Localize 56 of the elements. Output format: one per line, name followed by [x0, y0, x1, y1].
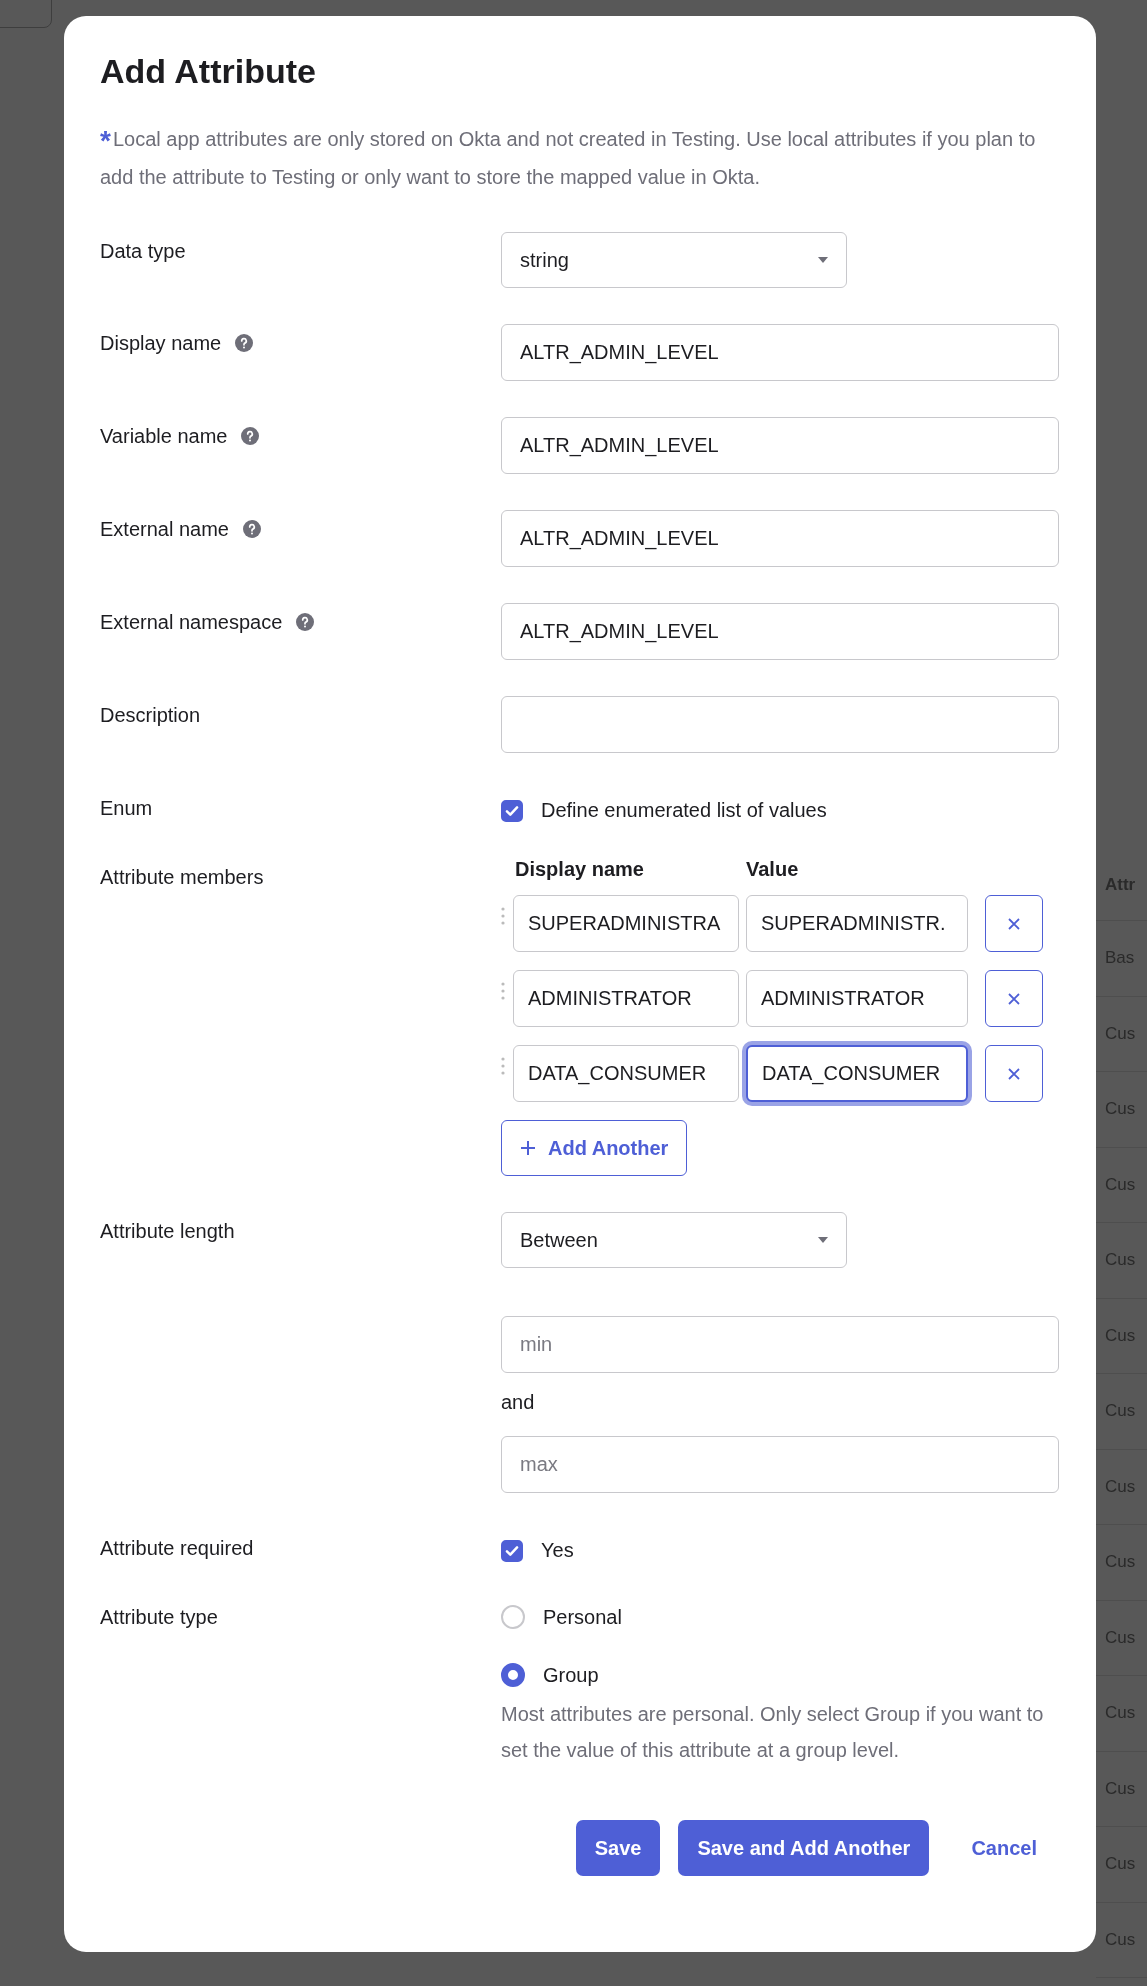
- caret-icon: [818, 257, 828, 263]
- remove-button[interactable]: [985, 1045, 1043, 1102]
- field-label: Variable name: [100, 425, 228, 448]
- text-field[interactable]: ALTR_ADMIN_LEVEL: [501, 417, 1059, 474]
- column-header: Display name: [514, 858, 645, 881]
- data-type-dropdown[interactable]: string: [501, 232, 847, 288]
- max-field[interactable]: max: [501, 1436, 1059, 1493]
- add-another-button[interactable]: Add Another: [501, 1120, 688, 1176]
- member-value-field[interactable]: ADMINISTRATOR: [746, 970, 968, 1027]
- joiner-text: and: [501, 1391, 535, 1414]
- length-dropdown[interactable]: Between: [501, 1212, 847, 1268]
- field-label: Data type: [100, 240, 186, 263]
- radio-label: Group: [543, 1663, 599, 1687]
- field-label: External name: [100, 518, 229, 541]
- close-icon: [1006, 990, 1022, 1007]
- save-button[interactable]: Save: [575, 1820, 661, 1876]
- plus-icon: [520, 1140, 536, 1156]
- cancel-link[interactable]: Cancel: [953, 1820, 1055, 1876]
- hint-text: Most attributes are personal. Only select Group if you want to set the value of this attribute at a group level.: [501, 1702, 1045, 1763]
- field-label: Display name: [100, 332, 222, 355]
- dialog-title: Add Attribute: [100, 52, 317, 91]
- field-label: Attribute length: [100, 1220, 235, 1243]
- text-field[interactable]: [501, 696, 1059, 753]
- field-label: Attribute members: [100, 866, 264, 889]
- help-icon[interactable]: [296, 613, 315, 631]
- close-icon: [1006, 915, 1022, 932]
- text-field[interactable]: ALTR_ADMIN_LEVEL: [501, 510, 1059, 567]
- field-label: Attribute type: [100, 1606, 218, 1629]
- close-icon: [1006, 1065, 1022, 1082]
- radio-button[interactable]: [501, 1663, 525, 1687]
- field-label: Enum: [100, 797, 153, 820]
- remove-button[interactable]: [985, 895, 1043, 952]
- member-name-field[interactable]: DATA_CONSUMER: [513, 1045, 739, 1102]
- text-field[interactable]: ALTR_ADMIN_LEVEL: [501, 324, 1059, 381]
- member-value-field[interactable]: SUPERADMINISTR.: [746, 895, 968, 952]
- checkbox-label: Yes: [541, 1539, 574, 1562]
- field-label: Description: [100, 704, 201, 727]
- min-field[interactable]: min: [501, 1316, 1059, 1373]
- radio-button[interactable]: [501, 1605, 525, 1629]
- remove-button[interactable]: [985, 970, 1043, 1027]
- caret-icon: [818, 1237, 828, 1243]
- checkbox[interactable]: [501, 799, 523, 822]
- checkbox-label: Define enumerated list of values: [541, 799, 827, 822]
- help-icon[interactable]: [241, 427, 260, 445]
- field-label: Attribute required: [100, 1537, 254, 1560]
- save-button[interactable]: Save and Add Another: [678, 1820, 930, 1876]
- member-value-field[interactable]: DATA_CONSUMER: [746, 1045, 968, 1102]
- field-label: External namespace: [100, 611, 283, 634]
- member-name-field[interactable]: ADMINISTRATOR: [513, 970, 739, 1027]
- help-icon[interactable]: [235, 334, 254, 352]
- radio-label: Personal: [543, 1605, 622, 1629]
- checkbox[interactable]: [501, 1539, 523, 1562]
- column-header: Value: [745, 858, 800, 881]
- text-field[interactable]: ALTR_ADMIN_LEVEL: [501, 603, 1059, 660]
- help-icon[interactable]: [242, 520, 261, 538]
- member-name-field[interactable]: SUPERADMINISTRA: [513, 895, 739, 952]
